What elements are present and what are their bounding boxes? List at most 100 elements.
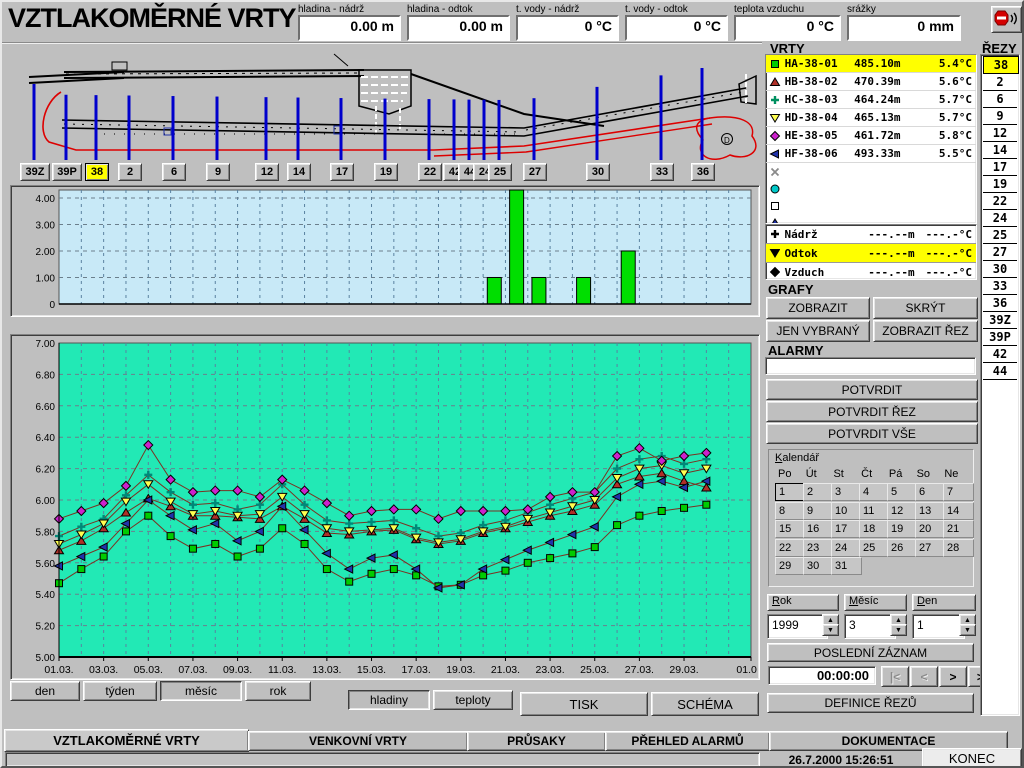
section-button-12[interactable]: 12 bbox=[255, 163, 279, 181]
calendar-day-11[interactable]: 11 bbox=[859, 502, 890, 520]
alarm-button-2[interactable]: POTVRDIT VŠE bbox=[766, 423, 978, 444]
cut-item-24[interactable]: 24 bbox=[983, 210, 1017, 227]
record-nav-1[interactable]: < bbox=[910, 666, 938, 687]
spinner-down-button[interactable]: ▼ bbox=[822, 624, 839, 636]
section-button-39Z[interactable]: 39Z bbox=[20, 163, 50, 181]
calendar-day-26[interactable]: 26 bbox=[887, 539, 918, 557]
record-nav-0[interactable]: |< bbox=[881, 666, 909, 687]
record-nav-2[interactable]: > bbox=[939, 666, 967, 687]
calendar-day-25[interactable]: 25 bbox=[859, 539, 890, 557]
cut-item-19[interactable]: 19 bbox=[983, 176, 1017, 193]
cut-item-17[interactable]: 17 bbox=[983, 159, 1017, 176]
spinner-value[interactable]: 1 bbox=[912, 614, 965, 639]
summary-row-Nádrž[interactable]: Nádrž---.--m---.-°C bbox=[766, 225, 976, 244]
calendar-day-12[interactable]: 12 bbox=[887, 502, 918, 520]
period-button-den[interactable]: den bbox=[10, 681, 80, 701]
view-button-teploty[interactable]: teploty bbox=[433, 690, 513, 710]
cut-item-36[interactable]: 36 bbox=[983, 295, 1017, 312]
well-row-HD-38-04[interactable]: HD-38-04465.13m5.7°C bbox=[766, 109, 976, 127]
calendar-day-18[interactable]: 18 bbox=[859, 520, 890, 538]
well-row-empty-1[interactable] bbox=[766, 180, 976, 197]
cut-item-2[interactable]: 2 bbox=[983, 74, 1017, 91]
cut-item-25[interactable]: 25 bbox=[983, 227, 1017, 244]
section-button-36[interactable]: 36 bbox=[691, 163, 715, 181]
alarm-button-1[interactable]: POTVRDIT ŘEZ bbox=[766, 401, 978, 422]
cut-item-30[interactable]: 30 bbox=[983, 261, 1017, 278]
section-button-39P[interactable]: 39P bbox=[52, 163, 82, 181]
spinner-down-button[interactable]: ▼ bbox=[959, 624, 976, 636]
last-record-button[interactable]: POSLEDNÍ ZÁZNAM bbox=[767, 643, 974, 662]
calendar-day-2[interactable]: 2 bbox=[803, 483, 834, 501]
define-sections-button[interactable]: DEFINICE ŘEZŮ bbox=[767, 693, 974, 713]
section-button-30[interactable]: 30 bbox=[586, 163, 610, 181]
cut-item-38[interactable]: 38 bbox=[983, 56, 1019, 74]
summary-row-Vzduch[interactable]: Vzduch---.--m---.-°C bbox=[766, 263, 976, 280]
cut-item-39Z[interactable]: 39Z bbox=[983, 312, 1017, 329]
well-row-empty-3[interactable] bbox=[766, 214, 976, 224]
calendar-day-14[interactable]: 14 bbox=[943, 502, 974, 520]
alarm-button-0[interactable]: POTVRDIT bbox=[766, 379, 978, 400]
calendar-day-6[interactable]: 6 bbox=[915, 483, 946, 501]
section-button-38[interactable]: 38 bbox=[85, 163, 109, 181]
well-row-empty-2[interactable] bbox=[766, 197, 976, 214]
period-button-týden[interactable]: týden bbox=[83, 681, 157, 701]
calendar-day-22[interactable]: 22 bbox=[775, 539, 806, 557]
section-button-22[interactable]: 22 bbox=[418, 163, 442, 181]
section-button-25[interactable]: 25 bbox=[488, 163, 512, 181]
calendar-day-24[interactable]: 24 bbox=[831, 539, 862, 557]
grafy-button-0[interactable]: ZOBRAZIT bbox=[766, 297, 870, 319]
calendar-day-10[interactable]: 10 bbox=[831, 502, 862, 520]
well-row-HA-38-01[interactable]: HA-38-01485.10m5.4°C bbox=[766, 55, 976, 73]
calendar-day-30[interactable]: 30 bbox=[803, 557, 834, 575]
view-button-hladiny[interactable]: hladiny bbox=[348, 690, 430, 710]
calendar-day-8[interactable]: 8 bbox=[775, 502, 806, 520]
calendar-day-7[interactable]: 7 bbox=[943, 483, 974, 501]
alarm-input[interactable] bbox=[765, 357, 976, 375]
period-button-měsíc[interactable]: měsíc bbox=[160, 681, 242, 701]
tab-p-ehled-alarm-[interactable]: PŘEHLED ALARMŮ bbox=[605, 731, 770, 751]
summary-row-Odtok[interactable]: Odtok---.--m---.-°C bbox=[766, 244, 976, 263]
spinner-value[interactable]: 3 bbox=[844, 614, 896, 639]
cut-item-42[interactable]: 42 bbox=[983, 346, 1017, 363]
spinner-value[interactable]: 1999 bbox=[767, 614, 828, 639]
section-button-9[interactable]: 9 bbox=[206, 163, 230, 181]
action-button-TISK[interactable]: TISK bbox=[520, 692, 648, 716]
well-row-HE-38-05[interactable]: HE-38-05461.72m5.8°C bbox=[766, 127, 976, 145]
cut-item-27[interactable]: 27 bbox=[983, 244, 1017, 261]
calendar-day-4[interactable]: 4 bbox=[859, 483, 890, 501]
calendar-day-17[interactable]: 17 bbox=[831, 520, 862, 538]
time-field[interactable]: 00:00:00 bbox=[768, 666, 876, 685]
action-button-SCHÉMA[interactable]: SCHÉMA bbox=[651, 692, 759, 716]
calendar-day-13[interactable]: 13 bbox=[915, 502, 946, 520]
calendar-day-28[interactable]: 28 bbox=[943, 539, 974, 557]
section-button-33[interactable]: 33 bbox=[650, 163, 674, 181]
cut-item-9[interactable]: 9 bbox=[983, 108, 1017, 125]
section-button-14[interactable]: 14 bbox=[287, 163, 311, 181]
well-row-HF-38-06[interactable]: HF-38-06493.33m5.5°C bbox=[766, 145, 976, 163]
cut-item-33[interactable]: 33 bbox=[983, 278, 1017, 295]
tab-venkovn-vrty[interactable]: VENKOVNÍ VRTY bbox=[248, 731, 468, 751]
well-row-HC-38-03[interactable]: HC-38-03464.24m5.7°C bbox=[766, 91, 976, 109]
grafy-button-1[interactable]: SKRÝT bbox=[873, 297, 978, 319]
grafy-button-2[interactable]: JEN VYBRANÝ bbox=[766, 320, 870, 342]
spinner-down-button[interactable]: ▼ bbox=[890, 624, 907, 636]
calendar-day-29[interactable]: 29 bbox=[775, 557, 806, 575]
calendar-day-5[interactable]: 5 bbox=[887, 483, 918, 501]
tab-vztlakom-rn-vrty[interactable]: VZTLAKOMĚRNÉ VRTY bbox=[4, 729, 249, 752]
section-button-2[interactable]: 2 bbox=[118, 163, 142, 181]
calendar-day-23[interactable]: 23 bbox=[803, 539, 834, 557]
section-button-19[interactable]: 19 bbox=[374, 163, 398, 181]
calendar-day-3[interactable]: 3 bbox=[831, 483, 862, 501]
calendar-day-31[interactable]: 31 bbox=[831, 557, 862, 575]
calendar-day-16[interactable]: 16 bbox=[803, 520, 834, 538]
tab-pr-saky[interactable]: PRŮSAKY bbox=[467, 731, 606, 751]
period-button-rok[interactable]: rok bbox=[245, 681, 311, 701]
cut-item-14[interactable]: 14 bbox=[983, 142, 1017, 159]
grafy-button-3[interactable]: ZOBRAZIT ŘEZ bbox=[873, 320, 978, 342]
cut-item-22[interactable]: 22 bbox=[983, 193, 1017, 210]
calendar-day-15[interactable]: 15 bbox=[775, 520, 806, 538]
well-row-HB-38-02[interactable]: HB-38-02470.39m5.6°C bbox=[766, 73, 976, 91]
calendar-day-1[interactable]: 1 bbox=[775, 483, 806, 501]
section-button-17[interactable]: 17 bbox=[330, 163, 354, 181]
section-button-6[interactable]: 6 bbox=[162, 163, 186, 181]
